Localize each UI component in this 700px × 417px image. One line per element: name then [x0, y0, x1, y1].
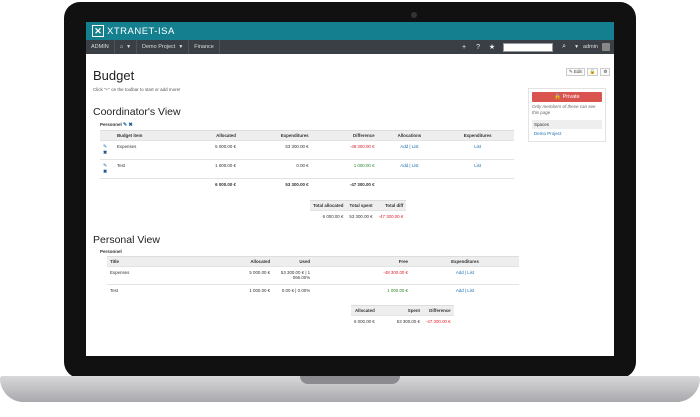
col-header: Allocations — [377, 130, 442, 141]
col-header: Expenditures — [411, 256, 519, 267]
allocated-cell: 5 000.00 € — [181, 140, 239, 160]
total-expenditures: 53 300.00 € — [238, 178, 312, 190]
delete-icon[interactable]: ✖ — [103, 150, 107, 156]
main-content: ✎ Edit 🔒 ⚙ Budget Click "+" on the toolb… — [86, 54, 614, 356]
edit-icon[interactable]: ✎ — [123, 122, 127, 128]
budget-item: Expenses — [114, 140, 182, 160]
home-menu[interactable]: ⌂ ▼ — [115, 40, 138, 54]
summary-diff: -47 300.00 € — [422, 315, 454, 327]
free-cell: -48 300.00 € — [313, 266, 411, 285]
col-header: Used — [273, 256, 314, 267]
chevron-down-icon: ▼ — [178, 44, 184, 50]
col-header: Difference — [311, 130, 378, 141]
summary-allocated: 6 000.00 € — [310, 210, 347, 222]
title-cell: Test — [107, 284, 188, 296]
col-header: Budget item — [114, 130, 182, 141]
top-navbar: ADMIN ⌂ ▼ Demo Project ▼ Finance + ? ★ ⌕ ▼… — [86, 40, 614, 54]
expenditures-links[interactable]: Add | List — [411, 266, 519, 285]
difference-cell: -48 300.00 € — [311, 140, 378, 160]
personal-title: Personal View — [93, 234, 160, 246]
expenditures-links[interactable]: Add | List — [411, 284, 519, 296]
expenditures-cell: 53 300.00 € — [238, 140, 312, 160]
title-cell: Expenses — [107, 266, 188, 285]
access-panel: 🔒 Private Only members of these can see … — [528, 88, 606, 142]
personal-section: Personnel — [100, 249, 122, 254]
coordinator-table: Budget item Allocated Expenditures Diffe… — [100, 130, 514, 190]
admin-menu[interactable]: ADMIN — [86, 40, 115, 54]
section-label: Personnel — [100, 122, 122, 127]
col-header: Total spent — [346, 200, 376, 211]
home-icon: ⌂ — [119, 44, 124, 50]
col-header: Allocated — [181, 130, 239, 141]
search-input[interactable] — [503, 42, 554, 52]
personal-summary-table: Allocated Spent Difference 6 000.00 € 53… — [351, 305, 454, 327]
table-header: Budget item Allocated Expenditures Diffe… — [100, 130, 514, 141]
col-header: Allocated — [351, 305, 378, 316]
col-header: Difference — [422, 305, 454, 316]
budget-item: Test — [114, 159, 182, 179]
page-toolbar: ✎ Edit 🔒 ⚙ — [566, 68, 611, 76]
col-header: Free — [313, 256, 411, 267]
free-cell: 1 000.00 € — [313, 284, 411, 296]
help-icon[interactable]: ? — [471, 44, 485, 51]
allocated-cell: 5 000.00 € — [187, 266, 274, 285]
webcam — [411, 12, 417, 18]
difference-cell: 1 000.00 € — [311, 159, 378, 179]
summary-allocated: 6 000.00 € — [351, 315, 378, 327]
col-header: Spent — [377, 305, 423, 316]
avatar[interactable] — [602, 43, 610, 51]
logo-icon: ✕ — [92, 25, 104, 37]
col-header: Title — [107, 256, 188, 267]
used-cell: 53 300.00 € | 1 066.00% — [273, 266, 314, 285]
plus-icon[interactable]: + — [457, 44, 471, 51]
used-cell: 0.00 € | 0.00% — [273, 284, 314, 296]
col-header: Total diff — [375, 200, 407, 211]
space-link[interactable]: Demo Project — [532, 129, 602, 138]
page-title: Budget — [93, 68, 135, 83]
expenditures-link[interactable]: List — [441, 159, 514, 179]
expenditures-link[interactable]: List — [441, 140, 514, 160]
project-menu[interactable]: Demo Project ▼ — [137, 40, 190, 54]
summary-spent: 53 300.00 € — [346, 210, 376, 222]
allocated-cell: 1 000.00 € — [181, 159, 239, 179]
user-menu[interactable]: admin — [579, 44, 602, 50]
allocated-cell: 1 000.00 € — [187, 284, 274, 296]
allocations-links[interactable]: Add | List — [377, 140, 442, 160]
table-header: Title Allocated Used Free Expenditures — [107, 256, 519, 267]
settings-button[interactable]: ⚙ — [600, 68, 611, 76]
search-icon[interactable]: ⌕ — [557, 43, 571, 51]
col-header: Total allocated — [310, 200, 347, 211]
allocations-links[interactable]: Add | List — [377, 159, 442, 179]
total-row: 6 000.00 € 53 300.00 € -47 300.00 € — [100, 178, 514, 190]
personal-table: Title Allocated Used Free Expenditures E… — [107, 256, 519, 296]
brand-bar: ✕ XTRANET-ISA — [86, 22, 614, 40]
brand-name: XTRANET-ISA — [107, 25, 175, 37]
summary-diff: -47 300.00 € — [375, 210, 407, 222]
total-allocated: 6 000.00 € — [181, 178, 239, 190]
laptop-notch — [300, 376, 400, 384]
star-icon[interactable]: ★ — [485, 43, 499, 51]
lock-button[interactable]: 🔒 — [586, 68, 599, 76]
summary-spent: 53 300.00 € — [377, 315, 423, 327]
col-header: Expenditures — [441, 130, 514, 141]
delete-icon[interactable]: ✖ — [103, 169, 107, 175]
table-row: Test 1 000.00 € 0.00 € | 0.00% 1 000.00 … — [107, 284, 519, 296]
col-header: Allocated — [187, 256, 274, 267]
table-row: Expenses 5 000.00 € 53 300.00 € | 1 066.… — [107, 266, 519, 285]
total-difference: -47 300.00 € — [311, 178, 378, 190]
expenditures-cell: 0.00 € — [238, 159, 312, 179]
screen: ✕ XTRANET-ISA ADMIN ⌂ ▼ Demo Project ▼ Fin… — [86, 22, 614, 356]
private-note: Only members of these can see this page — [532, 104, 596, 115]
edit-button[interactable]: ✎ Edit — [566, 68, 585, 76]
table-row: ✎ ✖ Test 1 000.00 € 0.00 € 1 000.00 € Add… — [100, 159, 514, 179]
coordinator-summary-table: Total allocated Total spent Total diff 6… — [310, 200, 407, 222]
spaces-header: Spaces — [532, 119, 602, 129]
private-button[interactable]: 🔒 Private — [532, 92, 602, 102]
table-row: ✎ ✖ Expenses 5 000.00 € 53 300.00 € -48 3… — [100, 140, 514, 160]
chevron-down-icon: ▼ — [126, 44, 132, 50]
project-label: Demo Project — [142, 44, 176, 50]
delete-icon[interactable]: ✖ — [129, 122, 133, 128]
section-finance[interactable]: Finance — [189, 40, 220, 54]
col-header: Expenditures — [238, 130, 312, 141]
